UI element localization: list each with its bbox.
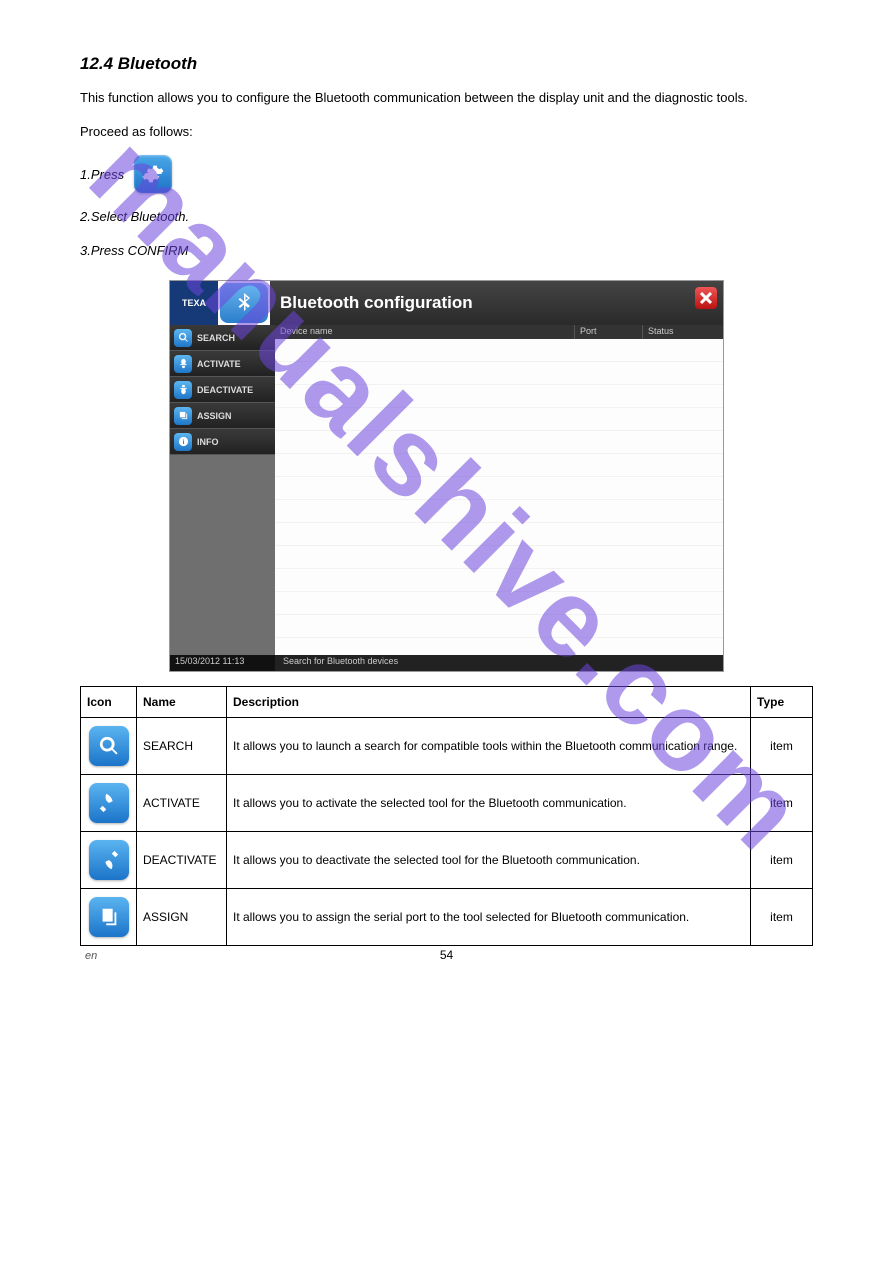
step-1-label: 1.Press xyxy=(80,167,124,182)
deactivate-icon xyxy=(89,840,129,880)
row-name: SEARCH xyxy=(137,718,227,775)
app-sidebar: SEARCH ACTIVATE DEACTIVATE ASSIGN i INFO xyxy=(170,325,275,655)
sidebar-item-assign[interactable]: ASSIGN xyxy=(170,403,275,429)
section-heading: 12.4 Bluetooth xyxy=(80,54,813,74)
assign-icon xyxy=(174,407,192,425)
device-table-body xyxy=(275,339,723,655)
device-table-header: Device name Port Status xyxy=(275,325,723,339)
intro-paragraph: This function allows you to configure th… xyxy=(80,88,813,108)
svg-text:i: i xyxy=(182,439,184,446)
activate-icon xyxy=(89,783,129,823)
column-status: Status xyxy=(643,325,723,339)
step-2-label: 2.Select Bluetooth. xyxy=(80,207,813,227)
column-port: Port xyxy=(575,325,643,339)
settings-gear-icon xyxy=(134,155,172,193)
info-icon: i xyxy=(174,433,192,451)
row-description: It allows you to activate the selected t… xyxy=(227,775,751,832)
table-row: SEARCH It allows you to launch a search … xyxy=(81,718,813,775)
bluetooth-icon xyxy=(220,283,268,323)
table-row: ASSIGN It allows you to assign the seria… xyxy=(81,889,813,946)
footer-language: en xyxy=(85,950,97,962)
row-type: item xyxy=(751,775,813,832)
row-type: item xyxy=(751,832,813,889)
row-name: ASSIGN xyxy=(137,889,227,946)
th-icon: Icon xyxy=(81,687,137,718)
sidebar-item-label: INFO xyxy=(197,437,219,447)
page-number: 54 xyxy=(440,948,453,962)
search-icon xyxy=(174,329,192,347)
th-name: Name xyxy=(137,687,227,718)
row-name: ACTIVATE xyxy=(137,775,227,832)
step-3-label: 3.Press CONFIRM xyxy=(80,241,813,261)
th-type: Type xyxy=(751,687,813,718)
sidebar-item-label: SEARCH xyxy=(197,333,235,343)
row-description: It allows you to launch a search for com… xyxy=(227,718,751,775)
sidebar-item-info[interactable]: i INFO xyxy=(170,429,275,455)
sidebar-item-label: DEACTIVATE xyxy=(197,385,253,395)
sidebar-item-activate[interactable]: ACTIVATE xyxy=(170,351,275,377)
activate-icon xyxy=(174,355,192,373)
column-device-name: Device name xyxy=(275,325,575,339)
th-description: Description xyxy=(227,687,751,718)
assign-icon xyxy=(89,897,129,937)
row-description: It allows you to deactivate the selected… xyxy=(227,832,751,889)
sidebar-item-search[interactable]: SEARCH xyxy=(170,325,275,351)
deactivate-icon xyxy=(174,381,192,399)
app-screenshot: TEXA Bluetooth configuration SEARCH ACTI xyxy=(169,280,724,672)
app-logo: TEXA xyxy=(170,281,218,325)
table-row: DEACTIVATE It allows you to deactivate t… xyxy=(81,832,813,889)
sidebar-item-label: ACTIVATE xyxy=(197,359,241,369)
statusbar-message: Search for Bluetooth devices xyxy=(275,655,723,671)
row-type: item xyxy=(751,889,813,946)
row-type: item xyxy=(751,718,813,775)
row-name: DEACTIVATE xyxy=(137,832,227,889)
table-row: ACTIVATE It allows you to activate the s… xyxy=(81,775,813,832)
statusbar-timestamp: 15/03/2012 11:13 xyxy=(170,655,275,671)
search-icon xyxy=(89,726,129,766)
app-window-title: Bluetooth configuration xyxy=(270,281,723,325)
row-description: It allows you to assign the serial port … xyxy=(227,889,751,946)
sidebar-item-deactivate[interactable]: DEACTIVATE xyxy=(170,377,275,403)
functions-table: Icon Name Description Type SEARCH It all… xyxy=(80,686,813,946)
close-button[interactable] xyxy=(695,287,717,309)
procedure-lead: Proceed as follows: xyxy=(80,122,813,142)
sidebar-item-label: ASSIGN xyxy=(197,411,232,421)
